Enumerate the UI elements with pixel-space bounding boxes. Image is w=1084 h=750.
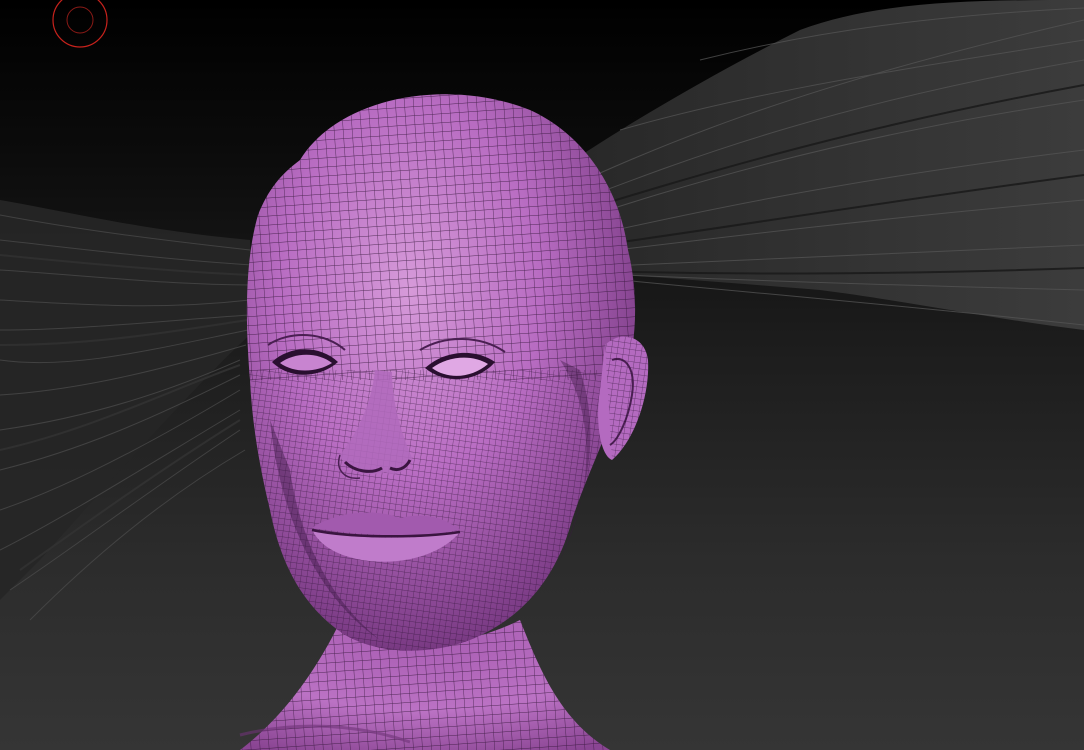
zbrush-viewport[interactable]: [0, 0, 1084, 750]
brush-cursor-icon: [52, 0, 108, 48]
sculpt-model[interactable]: [0, 0, 1084, 750]
hair-strands-left: [0, 200, 255, 621]
ear: [598, 336, 649, 460]
